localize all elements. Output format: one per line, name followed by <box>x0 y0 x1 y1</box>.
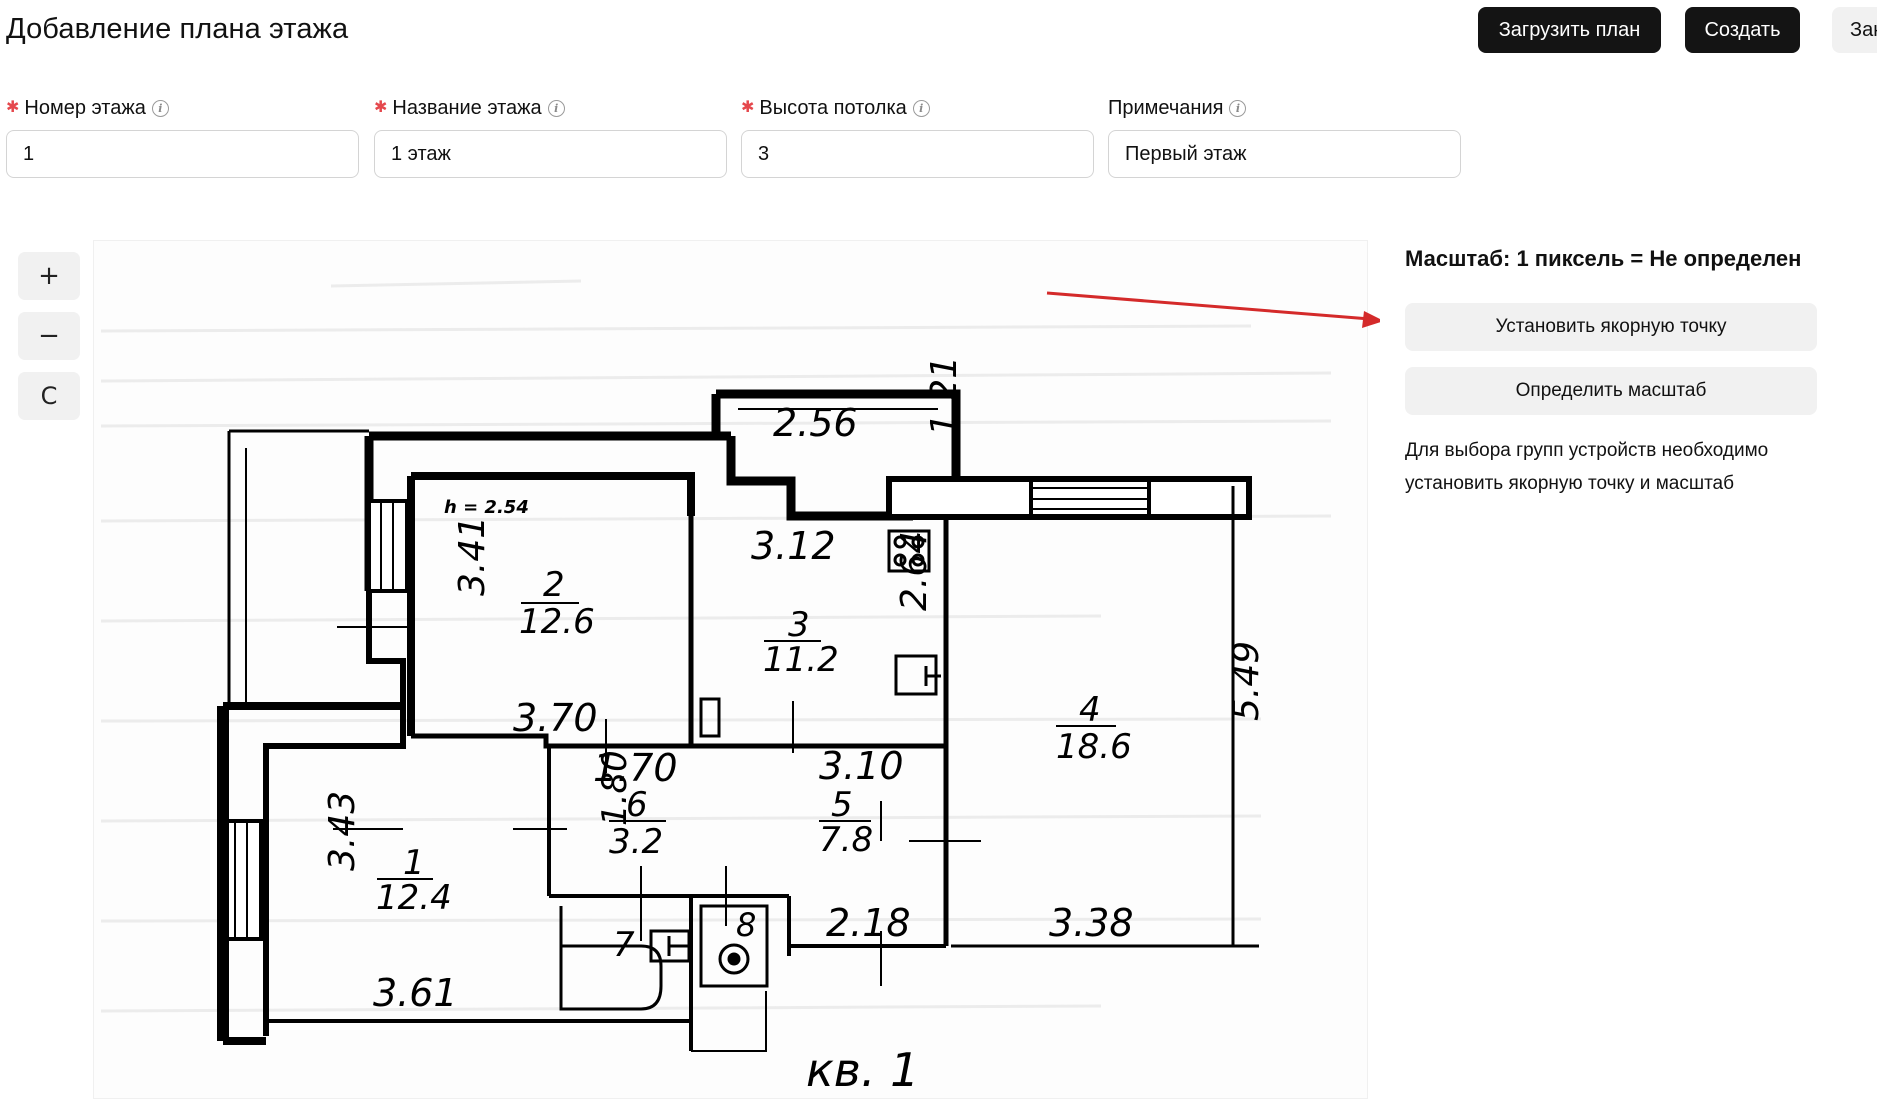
plan-labels: 2.56 1.21 3.12 2.64 3.41 3.70 1.70 3.10 … <box>322 356 1267 1097</box>
page-title: Добавление плана этажа <box>6 13 349 45</box>
height-note: h = 2.54 <box>444 497 529 518</box>
floor-plan-image: 2.56 1.21 3.12 2.64 3.41 3.70 1.70 3.10 … <box>100 279 1332 1097</box>
walls <box>217 389 1259 1052</box>
notes-field: Примечания i <box>1108 95 1461 178</box>
required-mark: ✱ <box>6 99 20 116</box>
room-number: 2 <box>543 565 565 605</box>
room-number: 8 <box>736 906 756 944</box>
notes-input[interactable] <box>1108 130 1461 178</box>
room-area: 12.4 <box>376 878 452 918</box>
dim-label: 2.64 <box>894 531 935 611</box>
floor-name-label: Название этажа <box>392 96 542 119</box>
dim-label: 1.21 <box>924 356 965 436</box>
floor-name-field: ✱ Название этажа i <box>374 95 727 178</box>
room-number: 1 <box>403 843 425 883</box>
info-icon[interactable]: i <box>912 99 930 117</box>
dim-label: 5.49 <box>1226 641 1267 721</box>
dim-label: 3.70 <box>513 696 598 740</box>
room-number: 7 <box>613 925 635 965</box>
floor-name-input[interactable] <box>374 130 727 178</box>
set-anchor-point-button[interactable]: Установить якорную точку <box>1405 303 1817 351</box>
dim-label: 3.12 <box>751 524 836 568</box>
label-underlines <box>377 602 1116 880</box>
notes-label: Примечания <box>1108 96 1224 119</box>
dim-label: 3.61 <box>373 971 458 1015</box>
close-button[interactable]: Закрыть <box>1832 7 1877 53</box>
required-mark: ✱ <box>741 99 755 116</box>
room-area: 12.6 <box>519 602 595 642</box>
room-area: 3.2 <box>609 822 663 862</box>
room-number: 4 <box>1079 690 1101 730</box>
scale-status: Масштаб: 1 пиксель = Не определен <box>1405 246 1802 271</box>
ceiling-height-input[interactable] <box>741 130 1094 178</box>
dim-label: 2.18 <box>826 901 911 945</box>
room-number: 6 <box>626 785 648 825</box>
upload-plan-button[interactable]: Загрузить план <box>1478 7 1661 53</box>
reset-icon: C <box>40 382 58 410</box>
floor-plan-canvas[interactable]: 2.56 1.21 3.12 2.64 3.41 3.70 1.70 3.10 … <box>93 240 1368 1099</box>
room-area: 7.8 <box>819 820 873 860</box>
required-mark: ✱ <box>374 99 388 116</box>
info-icon[interactable]: i <box>547 99 565 117</box>
dim-label: 3.43 <box>322 791 363 871</box>
zoom-in-button[interactable]: + <box>18 252 80 300</box>
floor-number-input[interactable] <box>6 130 359 178</box>
dim-label: 2.56 <box>773 401 858 445</box>
dim-label: 3.10 <box>819 744 904 788</box>
info-icon[interactable]: i <box>1229 99 1247 117</box>
ceiling-height-label: Высота потолка <box>759 96 907 119</box>
room-number: 3 <box>788 605 810 645</box>
minus-icon: − <box>38 321 60 351</box>
floor-number-label: Номер этажа <box>24 96 146 119</box>
ceiling-height-field: ✱ Высота потолка i <box>741 95 1094 178</box>
reset-view-button[interactable]: C <box>18 372 80 420</box>
plan-caption: кв. 1 <box>806 1043 919 1097</box>
info-icon[interactable]: i <box>151 99 169 117</box>
hint-text: Для выбора групп устройств необходимо ус… <box>1405 440 1769 494</box>
zoom-out-button[interactable]: − <box>18 312 80 360</box>
room-area: 18.6 <box>1056 727 1132 767</box>
room-number: 5 <box>831 785 853 825</box>
annotation-arrow <box>1046 291 1380 328</box>
define-scale-button[interactable]: Определить масштаб <box>1405 367 1817 415</box>
create-button[interactable]: Создать <box>1685 7 1800 53</box>
dim-label: 3.38 <box>1049 901 1134 945</box>
plus-icon: + <box>38 261 60 291</box>
dim-label: 3.41 <box>452 516 493 596</box>
room-area: 11.2 <box>763 640 839 680</box>
floor-number-field: ✱ Номер этажа i <box>6 95 359 178</box>
